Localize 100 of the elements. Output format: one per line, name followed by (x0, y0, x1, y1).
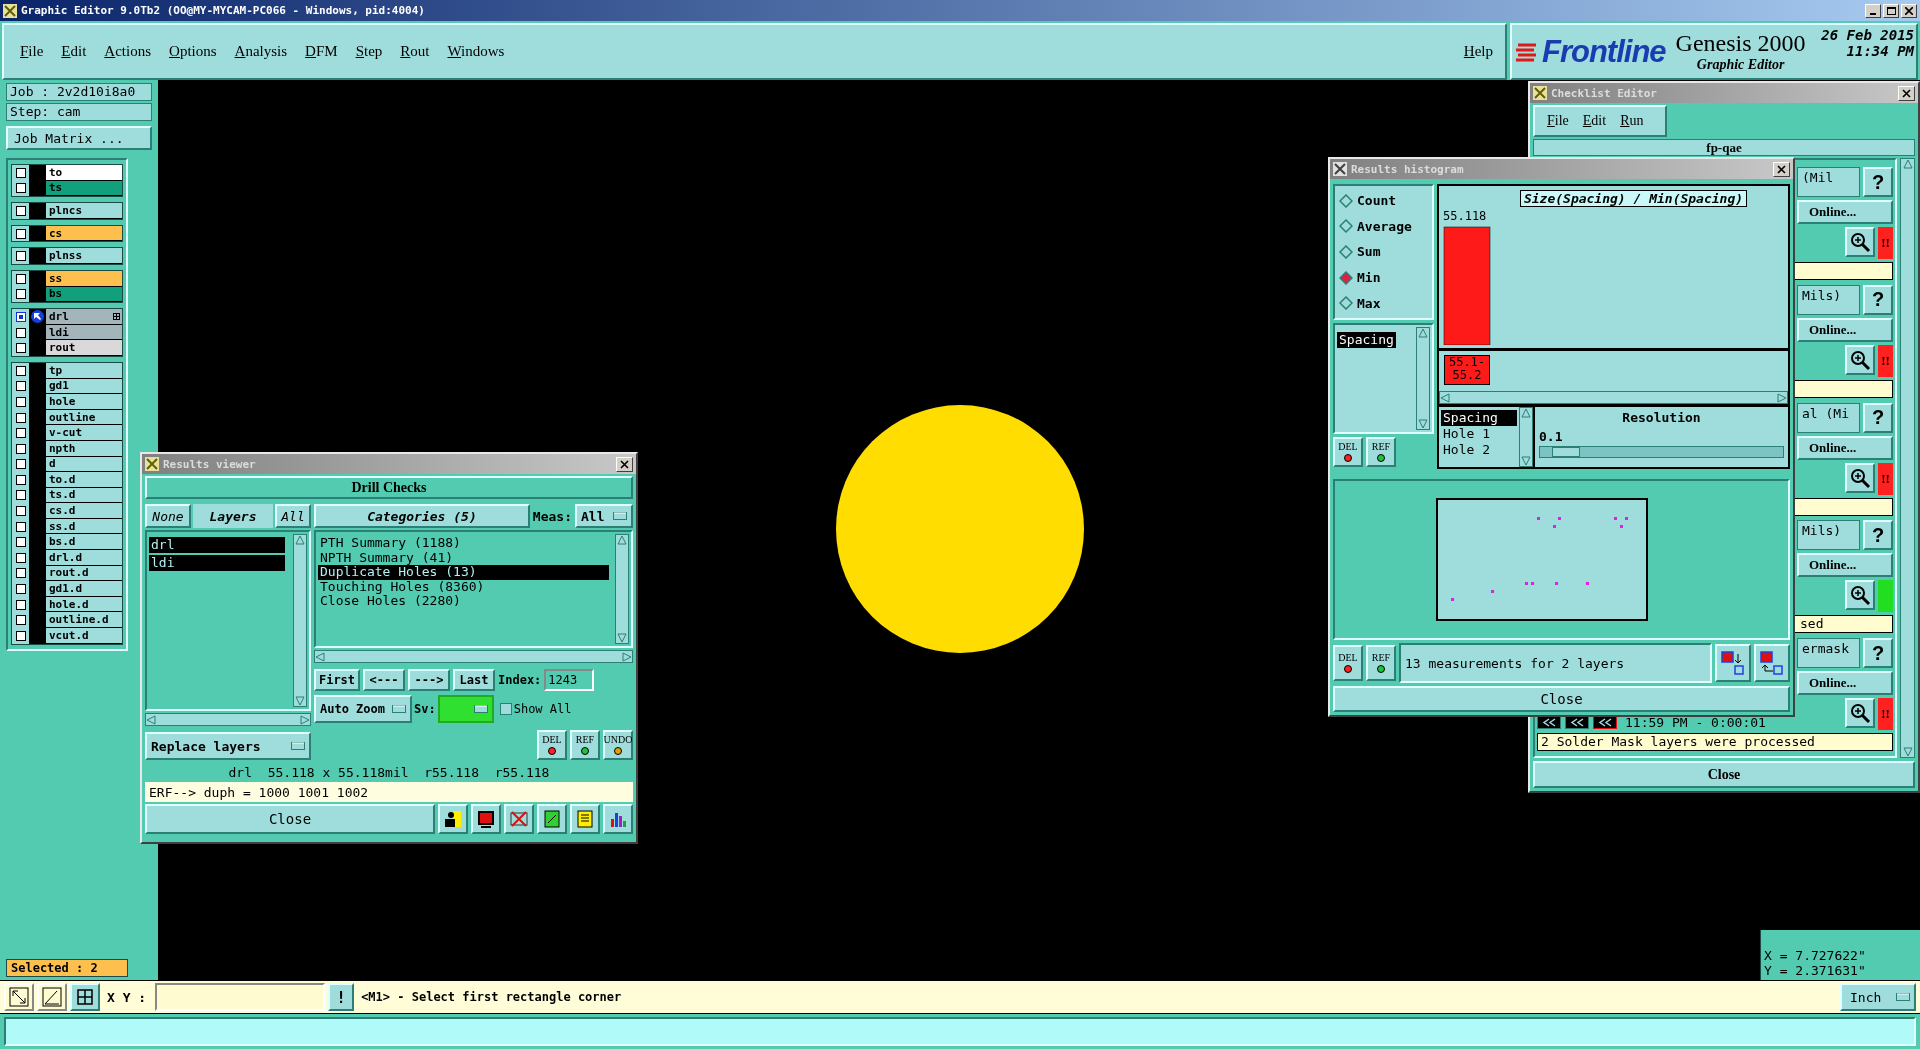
menu-item[interactable]: Edit (61, 41, 87, 62)
coordinate-field[interactable] (155, 983, 326, 1011)
layer-bar[interactable]: plncs (46, 203, 122, 219)
menu-item[interactable]: Rout (400, 41, 430, 62)
layer-mode-dropdown[interactable]: Replace layers (145, 732, 311, 760)
vertical-scrollbar[interactable] (1519, 407, 1533, 468)
menu-item[interactable]: File (1547, 111, 1569, 131)
zoom-button[interactable] (1845, 698, 1875, 729)
menu-item[interactable]: DFM (305, 41, 338, 62)
measure-item[interactable]: Hole 2 (1441, 442, 1517, 458)
tool-button[interactable] (70, 983, 100, 1011)
layer-checkbox[interactable] (15, 521, 26, 532)
layer-checkbox[interactable] (15, 183, 26, 194)
radio-button[interactable] (1339, 245, 1353, 259)
nav-button[interactable]: <--- (363, 669, 405, 691)
layer-checkbox[interactable] (15, 327, 26, 338)
tool-button[interactable] (603, 804, 633, 834)
all-button[interactable]: All (275, 504, 311, 528)
radio-button[interactable] (1339, 219, 1353, 234)
layer-checkbox[interactable] (15, 167, 26, 178)
radio-button[interactable] (1339, 296, 1353, 311)
close-button[interactable] (1898, 85, 1915, 101)
categories-button[interactable]: Categories (5) (314, 504, 530, 528)
layer-checkbox[interactable] (15, 506, 26, 517)
layer-checkbox[interactable] (15, 568, 26, 579)
zoom-button[interactable] (1845, 344, 1875, 375)
close-button[interactable]: Close (1533, 761, 1915, 788)
layer-checkbox[interactable] (15, 459, 26, 470)
down-arrow-icon[interactable] (1521, 456, 1531, 467)
job-matrix-button[interactable]: Job Matrix ... (6, 126, 152, 150)
units-dropdown[interactable]: Inch (1840, 983, 1916, 1011)
layer-checkbox[interactable] (15, 206, 26, 216)
layer-checkbox[interactable] (15, 490, 26, 501)
layer-checkbox[interactable] (15, 599, 26, 610)
radio-button[interactable] (1339, 270, 1353, 285)
layer-bar[interactable]: hole (46, 394, 122, 410)
menu-item[interactable]: Step (355, 41, 383, 62)
tool-button[interactable] (471, 804, 501, 834)
layer-bar[interactable]: to.d (46, 472, 122, 488)
tool-button[interactable] (1715, 644, 1751, 683)
layer-bar[interactable]: bs.d (46, 534, 122, 551)
zoom-button[interactable] (1845, 227, 1875, 257)
hint-button[interactable]: ! (328, 983, 355, 1011)
help-button[interactable]: ? (1863, 638, 1893, 669)
layer-bar[interactable]: vcut.d (46, 628, 122, 644)
resolution-slider[interactable] (1539, 446, 1784, 458)
layer-checkbox[interactable] (15, 412, 26, 423)
layer-bar[interactable]: outline.d (46, 612, 122, 629)
layer-checkbox[interactable] (15, 273, 26, 284)
nav-button[interactable]: ---> (408, 669, 450, 691)
attribute-item[interactable]: Spacing (1337, 332, 1396, 348)
layer-checkbox[interactable] (15, 381, 26, 392)
layer-checkbox[interactable] (15, 251, 26, 262)
none-button[interactable]: None (145, 504, 191, 528)
meas-dropdown[interactable]: All (575, 504, 633, 528)
help-button[interactable]: ? (1863, 167, 1893, 197)
layer-bar[interactable]: ss (46, 270, 122, 287)
help-button[interactable]: ? (1863, 520, 1893, 551)
layer-bar[interactable]: cs.d (46, 503, 122, 519)
category-item[interactable]: Touching Holes (8360) (318, 579, 609, 594)
measure-item[interactable]: Spacing (1441, 410, 1517, 426)
menu-item[interactable]: Edit (1582, 111, 1607, 131)
online-button[interactable]: Online... (1797, 671, 1893, 696)
layer-checkbox[interactable] (15, 474, 26, 485)
zoom-button[interactable] (1845, 462, 1875, 493)
category-item[interactable]: Duplicate Holes (13) (318, 565, 609, 580)
minimize-button[interactable] (1865, 3, 1881, 18)
layer-checkbox[interactable] (15, 365, 26, 376)
nav-button[interactable]: Last (453, 669, 495, 691)
close-button[interactable]: Close (1333, 686, 1790, 712)
online-button[interactable]: Online... (1797, 435, 1893, 460)
layer-checkbox[interactable] (15, 443, 26, 454)
list-item[interactable]: ldi (149, 555, 285, 571)
maximize-button[interactable] (1883, 3, 1899, 18)
show-all-checkbox[interactable] (499, 703, 512, 715)
layer-checkbox[interactable] (15, 584, 26, 595)
layer-bar[interactable]: drl.d (46, 550, 122, 566)
layer-bar[interactable]: cs (46, 225, 122, 242)
layer-checkbox[interactable] (15, 228, 26, 239)
online-button[interactable]: Online... (1797, 317, 1893, 342)
menu-item[interactable]: Options (169, 41, 217, 62)
menu-item[interactable]: Actions (104, 41, 152, 62)
tool-button[interactable] (1754, 644, 1790, 683)
index-field[interactable]: 1243 (544, 669, 595, 691)
down-arrow-icon[interactable] (1418, 419, 1428, 430)
layer-checkbox[interactable] (15, 552, 26, 563)
layer-checkbox[interactable] (15, 396, 26, 407)
layer-bar[interactable]: v-cut (46, 425, 122, 441)
slider-thumb[interactable] (1552, 447, 1581, 457)
category-item[interactable]: PTH Summary (1188) (318, 536, 609, 551)
layer-checkbox[interactable] (15, 289, 26, 300)
layer-bar[interactable]: to (46, 165, 122, 181)
menu-item[interactable]: Help (1463, 41, 1493, 62)
nav-button[interactable]: First (314, 669, 360, 691)
action-button[interactable]: REF (1366, 645, 1396, 682)
action-button[interactable]: DEL (537, 730, 567, 760)
help-button[interactable]: ? (1863, 402, 1893, 433)
layer-checkbox[interactable] (15, 615, 26, 626)
menu-item[interactable]: Run (1620, 111, 1644, 131)
radio-button[interactable] (1339, 193, 1353, 208)
